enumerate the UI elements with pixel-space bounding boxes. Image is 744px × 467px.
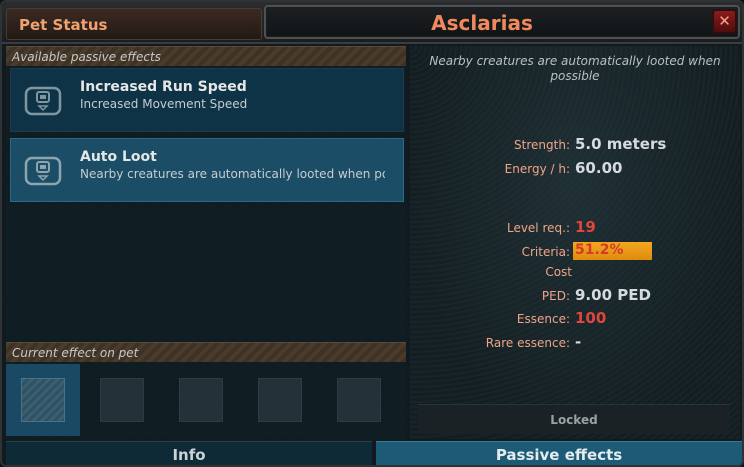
- essence-label: Essence:: [516, 312, 570, 326]
- effect-title: Increased Run Speed: [80, 79, 247, 95]
- effect-description: Nearby creatures are automatically loote…: [80, 167, 385, 181]
- pet-status-tab[interactable]: Pet Status: [6, 8, 262, 40]
- current-effect-slots: [6, 364, 402, 436]
- effect-slot[interactable]: [6, 364, 80, 436]
- tab-passive-effects[interactable]: Passive effects: [376, 441, 742, 465]
- energy-label: Energy / h:: [504, 162, 570, 176]
- level-req-label: Level req.:: [506, 221, 570, 235]
- pet-status-label: Pet Status: [19, 16, 108, 34]
- effect-description: Increased Movement Speed: [80, 97, 248, 111]
- criteria-value: 51.2%: [575, 242, 624, 258]
- effect-slot[interactable]: [322, 364, 396, 436]
- strength-value: 5.0 meters: [575, 135, 667, 153]
- effect-details-panel: Nearby creatures are automatically loote…: [410, 46, 740, 439]
- effect-slot[interactable]: [85, 364, 159, 436]
- close-button[interactable]: ✕: [712, 9, 737, 34]
- cost-header: Cost: [545, 265, 572, 279]
- pet-status-window: Pet Status Asclarias ✕ Available passive…: [0, 0, 744, 467]
- tag-icon: [21, 149, 65, 193]
- available-effects-header: Available passive effects: [6, 46, 406, 66]
- pet-name-plate: Asclarias: [264, 5, 740, 39]
- ped-value: 9.00 PED: [575, 286, 651, 304]
- rare-essence-label: Rare essence:: [485, 336, 570, 350]
- locked-button[interactable]: Locked: [418, 404, 730, 434]
- effect-slot[interactable]: [164, 364, 238, 436]
- effect-item-increased-run-speed[interactable]: Increased Run Speed Increased Movement S…: [10, 68, 404, 132]
- rare-essence-value: -: [575, 333, 582, 351]
- energy-value: 60.00: [575, 159, 623, 177]
- locked-label: Locked: [550, 413, 598, 427]
- effect-title: Auto Loot: [80, 149, 157, 165]
- current-effect-label: Current effect on pet: [12, 346, 139, 360]
- effect-item-auto-loot[interactable]: Auto Loot Nearby creatures are automatic…: [10, 138, 404, 202]
- current-effect-header: Current effect on pet: [6, 342, 406, 362]
- ped-label: PED:: [541, 289, 570, 303]
- tag-icon: [21, 79, 65, 123]
- pet-name: Asclarias: [431, 11, 533, 35]
- close-icon: ✕: [718, 12, 731, 30]
- available-effects-label: Available passive effects: [12, 50, 161, 64]
- effect-slot[interactable]: [243, 364, 317, 436]
- criteria-label: Criteria:: [521, 245, 570, 259]
- title-bar: Pet Status Asclarias ✕: [2, 2, 742, 44]
- strength-label: Strength:: [514, 138, 570, 152]
- tab-info[interactable]: Info: [6, 441, 372, 465]
- essence-value: 100: [575, 309, 607, 327]
- effect-summary: Nearby creatures are automatically loote…: [429, 54, 721, 83]
- criteria-progress-bar: 51.2%: [573, 242, 652, 260]
- level-req-value: 19: [575, 218, 596, 236]
